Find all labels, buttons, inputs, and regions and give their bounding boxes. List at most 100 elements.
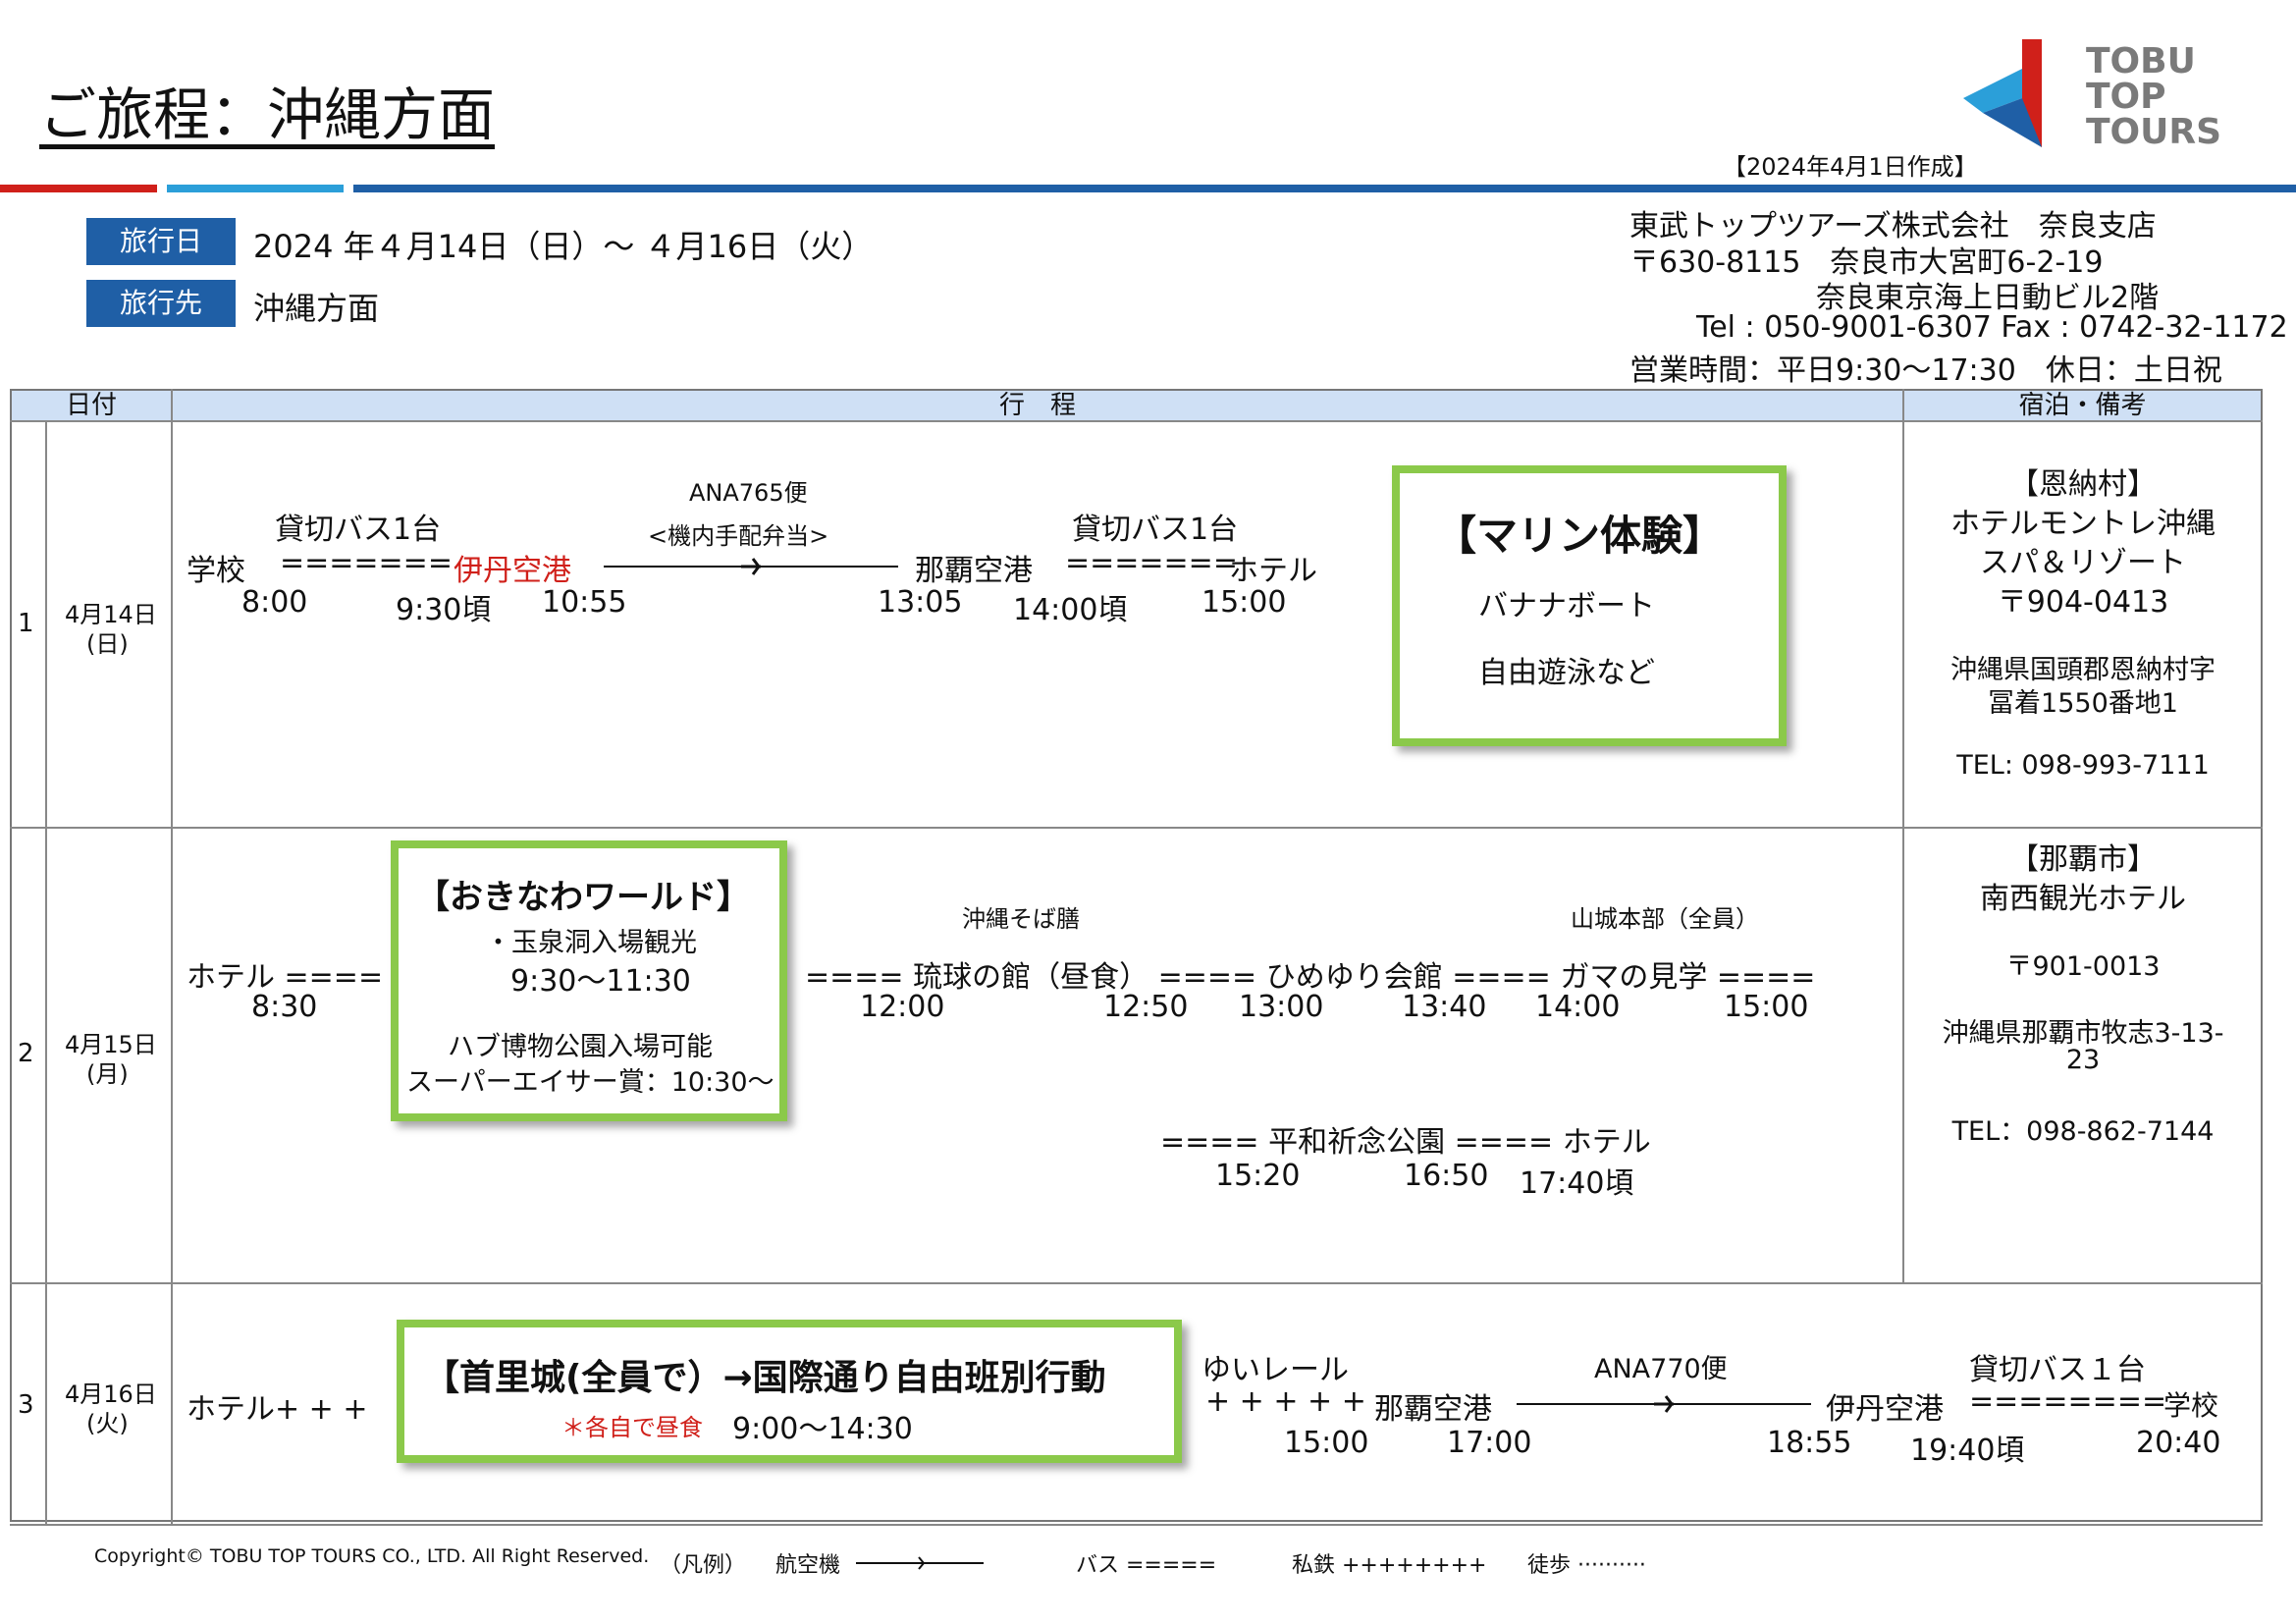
day2-stay-postal: 〒901-0013 xyxy=(2005,951,2161,982)
day1-stay-postal: 〒904-0413 xyxy=(1997,585,2169,620)
day2-stay-tel: TEL：098-862-7144 xyxy=(1951,1116,2215,1147)
date-chip: 旅行日 xyxy=(86,218,236,265)
day2-box-line3: ハブ博物公園入場可能 xyxy=(448,1032,713,1062)
day2-stay-area: 【那覇市】 xyxy=(2009,842,2157,877)
day1-stay-hotel1: ホテルモントレ沖縄 xyxy=(1950,507,2216,541)
day2-box-line4: スーパーエイサー賞：10:30～ xyxy=(406,1067,774,1098)
accent-bar-light xyxy=(167,185,344,192)
day2-box-line2: 9:30～11:30 xyxy=(510,964,691,999)
day3-yui-rail: ゆいレール xyxy=(1201,1353,1349,1387)
legend-rail: 私鉄 ++++++++ xyxy=(1292,1553,1487,1578)
company-tel: Tel : 050-9001-6307 Fax : 0742-32-1172 xyxy=(1696,310,2288,345)
day2-yamashiro: 山城本部（全員） xyxy=(1571,905,1759,933)
day2-box-title: 【おきなわワールド】 xyxy=(416,878,750,917)
header-stay: 宿泊・備考 xyxy=(1904,391,2261,420)
company-hours: 営業時間：平日9:30～17:30 休日：土日祝 xyxy=(1629,353,2222,388)
day1-time3: 10:55 xyxy=(542,585,627,620)
day2-time4: 13:40 xyxy=(1402,990,1487,1024)
day2-number: 2 xyxy=(18,1039,34,1068)
day2-time5: 14:00 xyxy=(1535,990,1621,1024)
day1-bento: <機内手配弁当> xyxy=(648,522,829,550)
day3-naha: 那覇空港 xyxy=(1374,1392,1492,1427)
day2-time0: 8:30 xyxy=(251,990,318,1024)
day2-time1: 12:00 xyxy=(860,990,945,1024)
legend-walk: 徒歩 ·········· xyxy=(1527,1553,1646,1578)
day3-time2: 17:00 xyxy=(1447,1426,1532,1460)
day1-dow: (日) xyxy=(86,630,129,658)
destination-value: 沖縄方面 xyxy=(253,290,380,327)
day3-time1: 15:00 xyxy=(1284,1426,1369,1460)
header-date: 日付 xyxy=(12,391,171,420)
day3-plane-line-icon xyxy=(1517,1395,1811,1413)
day1-number: 1 xyxy=(18,609,34,638)
day2-time3: 13:00 xyxy=(1239,990,1324,1024)
day1-naha: 那覇空港 xyxy=(915,554,1033,588)
created-date: 【2024年4月1日作成】 xyxy=(1723,153,1978,181)
page-title: ご旅程：沖縄方面 xyxy=(39,81,496,148)
day1-plane-line-icon xyxy=(604,558,898,575)
day2-time9: 17:40頃 xyxy=(1520,1166,1634,1201)
day1-time4: 13:05 xyxy=(878,585,963,620)
day1-stay-tel: TEL: 098-993-7111 xyxy=(1956,750,2210,781)
day1-hotel: ホテル xyxy=(1229,554,1317,588)
legend-plane-line-icon xyxy=(856,1556,984,1570)
day3-time3: 18:55 xyxy=(1767,1426,1852,1460)
day3-time4: 19:40頃 xyxy=(1910,1434,2025,1468)
day1-time6: 15:00 xyxy=(1201,585,1287,620)
header-itinerary: 行 程 xyxy=(173,391,1902,420)
logo-text-3: TOURS xyxy=(2086,112,2222,152)
day3-rail-plus: + + + + + xyxy=(1205,1384,1366,1419)
day2-route2: ==== 平和祈念公園 ==== ホテル xyxy=(1160,1125,1651,1160)
legend-plane: 航空機 xyxy=(775,1553,841,1578)
day1-box-line2: 自由遊泳など xyxy=(1478,656,1655,690)
tobu-logo: TOBU TOP TOURS xyxy=(1963,39,2221,157)
day1-bus1: 貸切バス1台 xyxy=(275,513,442,547)
date-value: 2024 年４月14日（日）～ ４月16日（火） xyxy=(253,228,874,265)
day1-stay-addr2: 冨着1550番地1 xyxy=(1988,688,2178,719)
logo-text-2: TOP xyxy=(2086,77,2166,117)
day3-box-title: 【首里城(全員で）→国際通り自由班別行動 xyxy=(424,1358,1106,1398)
day3-school: 学校 xyxy=(2163,1389,2219,1422)
day1-time5: 14:00頃 xyxy=(1013,593,1128,627)
day3-box-note: ＊各自で昼食 xyxy=(561,1414,703,1441)
day3-time5: 20:40 xyxy=(2136,1426,2221,1460)
copyright: Copyright© TOBU TOP TOURS CO., LTD. All … xyxy=(94,1545,650,1567)
day2-soba: 沖縄そば膳 xyxy=(962,905,1080,933)
day3-bus: 貸切バス１台 xyxy=(1969,1353,2146,1387)
day1-box-line1: バナナボート xyxy=(1478,589,1655,623)
day3-hotel: ホテル+ + + xyxy=(187,1392,368,1427)
day3-itami: 伊丹空港 xyxy=(1826,1392,1944,1427)
day1-marine-box: 【マリン体験】 バナナボート 自由遊泳など xyxy=(1392,465,1787,746)
day1-dash1: ======= xyxy=(280,546,453,580)
destination-chip: 旅行先 xyxy=(86,280,236,327)
logo-mark-icon xyxy=(1963,39,2042,147)
accent-bar-red xyxy=(0,185,157,192)
day2-time7: 15:20 xyxy=(1215,1159,1301,1193)
day2-time6: 15:00 xyxy=(1724,990,1809,1024)
day2-stay-addr2: 23 xyxy=(2065,1045,2101,1075)
day3-box-time: 9:00～14:30 xyxy=(732,1412,913,1446)
day2-time8: 16:50 xyxy=(1404,1159,1489,1193)
day1-itami: 伊丹空港 xyxy=(454,554,571,588)
day1-stay-hotel2: スパ＆リゾート xyxy=(1980,546,2186,580)
day1-flight: ANA765便 xyxy=(689,479,808,507)
day3-dash: ======== xyxy=(1969,1384,2167,1419)
day2-time2: 12:50 xyxy=(1103,990,1189,1024)
day1-time1: 8:00 xyxy=(241,585,308,620)
day1-dash2: ======= xyxy=(1065,546,1238,580)
day1-box-title: 【マリン体験】 xyxy=(1435,512,1725,560)
day2-stay-hotel: 南西観光ホテル xyxy=(1980,882,2186,916)
day3-number: 3 xyxy=(18,1390,34,1420)
day3-flight: ANA770便 xyxy=(1594,1354,1728,1384)
day1-school: 学校 xyxy=(187,554,245,588)
day1-bus2: 貸切バス1台 xyxy=(1072,513,1239,547)
day1-time2: 9:30頃 xyxy=(396,593,492,627)
day2-okinawa-world-box: 【おきなわワールド】 ・玉泉洞入場観光 9:30～11:30 ハブ博物公園入場可… xyxy=(391,840,787,1121)
accent-bar-blue xyxy=(353,185,2296,192)
logo-text-1: TOBU xyxy=(2086,41,2196,81)
day2-box-line1: ・玉泉洞入場観光 xyxy=(485,928,697,958)
day3-shurijo-box: 【首里城(全員で）→国際通り自由班別行動 ＊各自で昼食 9:00～14:30 xyxy=(397,1320,1182,1463)
day3-dow: (火) xyxy=(86,1410,129,1437)
legend-bus: バス ===== xyxy=(1076,1553,1217,1578)
day2-dow: (月) xyxy=(86,1060,129,1088)
